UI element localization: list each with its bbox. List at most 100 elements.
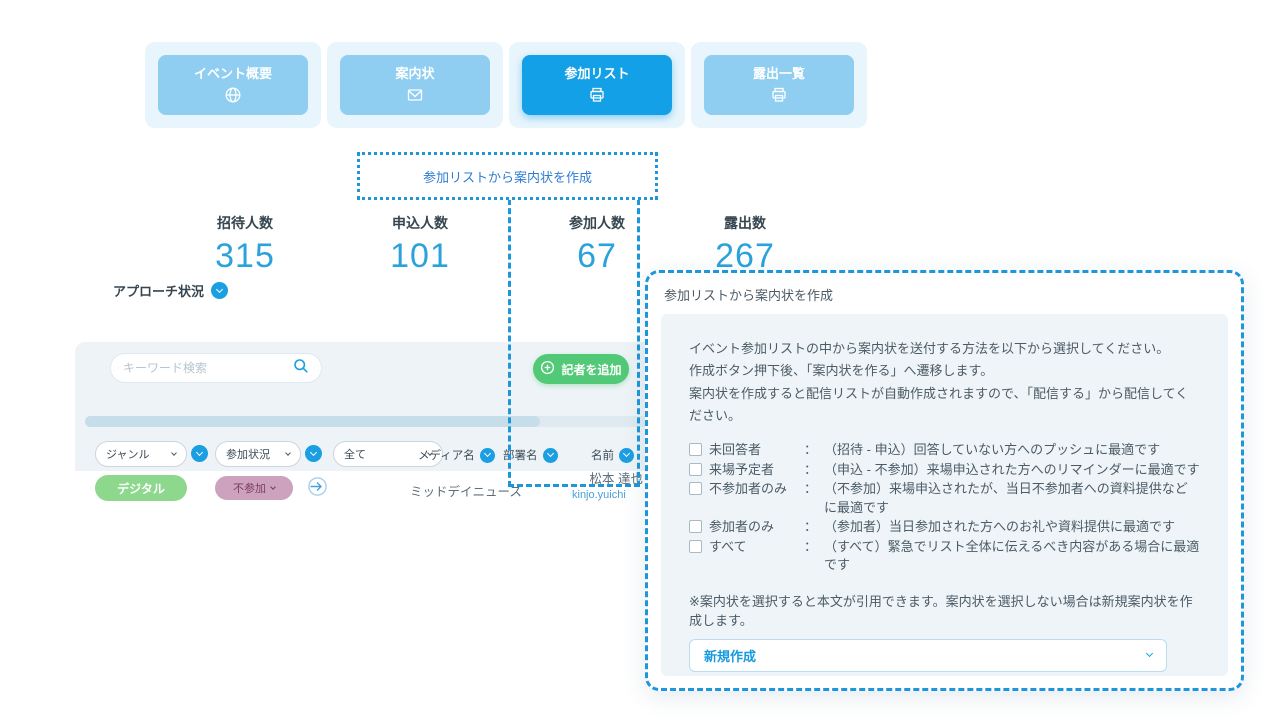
stat-label: 招待人数 <box>170 213 320 233</box>
selected-template-value: 新規作成 <box>704 646 756 665</box>
add-reporter-label: 記者を追加 <box>561 361 621 378</box>
option-unanswered: 未回答者 ： （招待 - 申込）回答していない方へのプッシュに最適です <box>689 441 1200 459</box>
option-desc: （不参加）来場申込されたが、当日不参加者への資料提供などに最適です <box>824 480 1200 517</box>
option-desc: （申込 - 不参加）来場申込された方へのリマインダーに最適です <box>824 461 1200 479</box>
genre-sort-chevron-icon[interactable] <box>191 445 208 462</box>
all-filter-label: 全て <box>344 446 366 462</box>
name-sort-chevron-icon[interactable] <box>619 448 634 463</box>
column-header-name: 名前 <box>591 447 634 463</box>
horizontal-scrollbar-thumb[interactable] <box>85 416 540 427</box>
plus-circle-icon <box>540 360 555 378</box>
approach-status-toggle[interactable]: アプローチ状況 <box>113 281 228 300</box>
genre-badge: デジタル <box>95 475 187 501</box>
option-colon: ： <box>804 480 817 498</box>
tab-label: イベント概要 <box>194 63 272 82</box>
keyword-search-box <box>110 353 322 383</box>
tab-label: 露出一覧 <box>753 63 805 82</box>
person-name-cell: 松本 達也 <box>545 468 643 487</box>
checkbox-unanswered[interactable] <box>689 443 702 456</box>
checkbox-planned-visitors[interactable] <box>689 463 702 476</box>
tab-label: 参加リスト <box>564 63 629 82</box>
person-email-cell: kinjo.yuichi <box>572 489 626 501</box>
option-all: すべて ： （すべて）緊急でリスト全体に伝えるべき内容がある場合に最適です <box>689 538 1200 575</box>
tab-card-event-overview: イベント概要 <box>145 42 321 128</box>
option-planned-visitors: 来場予定者 ： （申込 - 不参加）来場申込された方へのリマインダーに最適です <box>689 461 1200 479</box>
modal-content-panel: イベント参加リストの中から案内状を送付する方法を以下から選択してください。 作成… <box>661 314 1228 676</box>
stat-applied: 申込人数 101 <box>345 213 495 276</box>
status-filter-select[interactable]: 参加状況 <box>215 441 301 467</box>
printer-icon <box>588 86 606 107</box>
highlighted-create-invitation-link-box: 参加リストから案内状を作成 <box>357 152 658 200</box>
recipient-option-list: 未回答者 ： （招待 - 申込）回答していない方へのプッシュに最適です 来場予定… <box>689 441 1200 574</box>
instruction-line: イベント参加リストの中から案内状を送付する方法を以下から選択してください。 <box>689 338 1200 360</box>
invitation-template-select[interactable]: 新規作成 <box>689 639 1167 672</box>
status-sort-chevron-icon[interactable] <box>305 445 322 462</box>
option-label: 来場予定者 <box>709 461 797 479</box>
option-non-participants: 不参加者のみ ： （不参加）来場申込されたが、当日不参加者への資料提供などに最適… <box>689 480 1200 517</box>
stat-participants: 参加人数 67 <box>522 213 672 276</box>
stat-label: 参加人数 <box>522 213 672 233</box>
option-colon: ： <box>804 441 817 459</box>
globe-icon <box>224 86 242 107</box>
participation-status-dropdown[interactable]: 不参加 <box>215 476 293 500</box>
printer-icon <box>770 86 788 107</box>
approach-status-label: アプローチ状況 <box>113 281 204 300</box>
stat-invited: 招待人数 315 <box>170 213 320 276</box>
department-sort-chevron-icon[interactable] <box>543 448 558 463</box>
tab-bar: イベント概要 案内状 参加リスト <box>145 42 867 128</box>
tab-invitation[interactable]: 案内状 <box>340 55 490 115</box>
column-header-label: 部署名 <box>503 447 538 463</box>
envelope-icon <box>406 86 424 107</box>
option-desc: （すべて）緊急でリスト全体に伝えるべき内容がある場合に最適です <box>824 538 1200 575</box>
option-desc: （参加者）当日参加された方へのお礼や資料提供に最適です <box>824 518 1175 536</box>
search-input[interactable] <box>123 361 285 375</box>
option-colon: ： <box>804 461 817 479</box>
search-icon[interactable] <box>293 358 309 379</box>
tab-exposure-list[interactable]: 露出一覧 <box>704 55 854 115</box>
column-header-department: 部署名 <box>503 447 558 463</box>
genre-filter-label: ジャンル <box>106 446 149 462</box>
option-colon: ： <box>804 518 817 536</box>
stat-label: 露出数 <box>670 213 820 233</box>
option-desc: （招待 - 申込）回答していない方へのプッシュに最適です <box>824 441 1160 459</box>
media-name-cell: ミッドデイニュース <box>410 481 522 500</box>
column-header-label: 名前 <box>591 447 614 463</box>
checkbox-participants-only[interactable] <box>689 520 702 533</box>
option-label: 参加者のみ <box>709 518 797 536</box>
stat-value: 101 <box>345 237 495 276</box>
option-participants-only: 参加者のみ ： （参加者）当日参加された方へのお礼や資料提供に最適です <box>689 518 1200 536</box>
stat-label: 申込人数 <box>345 213 495 233</box>
tab-card-exposure-list: 露出一覧 <box>691 42 867 128</box>
modal-note: ※案内状を選択すると本文が引用できます。案内状を選択しない場合は新規案内状を作成… <box>689 591 1200 629</box>
tab-label: 案内状 <box>395 63 434 82</box>
instruction-line: 作成ボタン押下後、「案内状を作る」へ遷移します。 <box>689 360 1200 382</box>
create-invitation-from-list-link[interactable]: 参加リストから案内状を作成 <box>423 167 592 186</box>
add-reporter-button[interactable]: 記者を追加 <box>533 354 629 384</box>
option-label: 未回答者 <box>709 441 797 459</box>
modal-title: 参加リストから案内状を作成 <box>648 273 1241 314</box>
genre-filter-select[interactable]: ジャンル <box>95 441 187 467</box>
enter-arrow-icon[interactable] <box>307 476 328 502</box>
option-label: 不参加者のみ <box>709 480 797 498</box>
option-colon: ： <box>804 538 817 556</box>
media-sort-chevron-icon[interactable] <box>480 448 495 463</box>
tab-event-overview[interactable]: イベント概要 <box>158 55 308 115</box>
chevron-down-icon <box>1146 650 1153 657</box>
column-header-media: メディア名 <box>418 447 495 463</box>
stat-exposures: 露出数 267 <box>670 213 820 276</box>
stat-value: 67 <box>522 237 672 276</box>
checkbox-non-participants[interactable] <box>689 482 702 495</box>
column-header-label: メディア名 <box>418 447 475 463</box>
status-filter-label: 参加状況 <box>226 446 270 462</box>
instruction-line: 案内状を作成すると配信リストが自動作成されますので、「配信する」から配信してくだ… <box>689 383 1200 428</box>
participation-status-label: 不参加 <box>233 480 266 496</box>
tab-participation-list[interactable]: 参加リスト <box>522 55 672 115</box>
option-label: すべて <box>709 538 797 556</box>
modal-instructions: イベント参加リストの中から案内状を送付する方法を以下から選択してください。 作成… <box>689 338 1200 427</box>
tab-card-participation-list: 参加リスト <box>509 42 685 128</box>
chevron-down-icon[interactable] <box>211 282 228 299</box>
create-invitation-modal: 参加リストから案内状を作成 イベント参加リストの中から案内状を送付する方法を以下… <box>645 270 1244 691</box>
checkbox-all[interactable] <box>689 540 702 553</box>
tab-card-invitation: 案内状 <box>327 42 503 128</box>
stat-value: 315 <box>170 237 320 276</box>
